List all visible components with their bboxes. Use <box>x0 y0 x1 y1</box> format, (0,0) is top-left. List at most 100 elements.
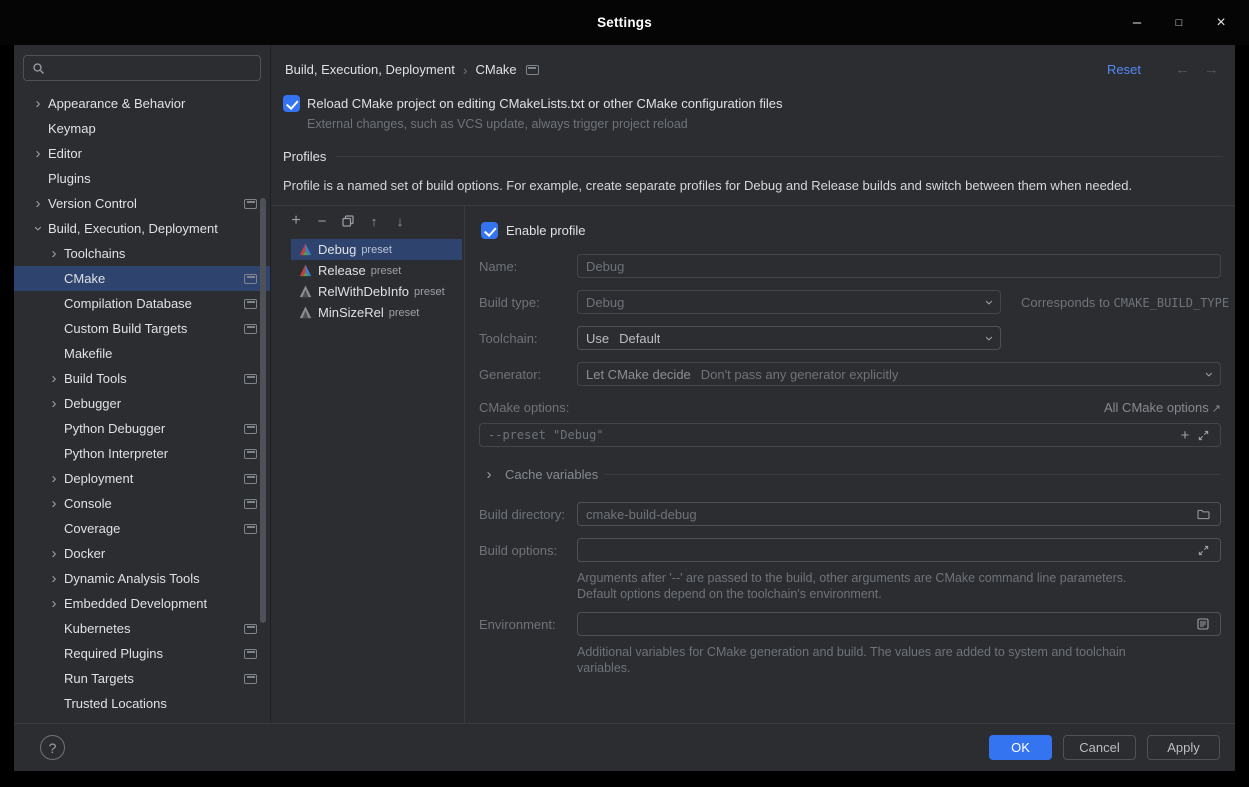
cache-variables-toggle[interactable]: Cache variables <box>479 467 1221 482</box>
enable-profile-label: Enable profile <box>506 223 586 238</box>
sidebar-item-label: Embedded Development <box>64 596 207 611</box>
reset-button[interactable]: Reset <box>1107 62 1141 77</box>
chevron-right-icon[interactable] <box>44 571 64 586</box>
chevron-spacer <box>44 521 64 536</box>
build-type-select[interactable]: Debug <box>577 290 1001 314</box>
sidebar-item-label: Dynamic Analysis Tools <box>64 571 200 586</box>
toolchain-select[interactable]: UseDefault <box>577 326 1001 350</box>
chevron-right-icon[interactable] <box>44 496 64 511</box>
sidebar-item-dynamic-analysis-tools[interactable]: Dynamic Analysis Tools <box>14 566 270 591</box>
sidebar-item-makefile[interactable]: Makefile <box>14 341 270 366</box>
settings-dialog: Appearance & BehaviorKeymapEditorPlugins… <box>14 45 1235 771</box>
build-type-value: Debug <box>586 295 624 310</box>
project-level-icon <box>244 424 257 434</box>
back-arrow-icon[interactable]: ← <box>1175 61 1190 78</box>
breadcrumb: Build, Execution, Deployment › CMake Res… <box>271 45 1235 79</box>
forward-arrow-icon[interactable]: → <box>1204 61 1219 78</box>
cmake-options-label: CMake options: <box>479 400 577 415</box>
sidebar-item-version-control[interactable]: Version Control <box>14 191 270 216</box>
environment-input[interactable] <box>586 613 1194 635</box>
environment-help-line1: Additional variables for CMake generatio… <box>577 644 1221 660</box>
chevron-down-icon[interactable] <box>28 221 48 236</box>
folder-icon[interactable] <box>1194 509 1212 520</box>
sidebar-item-python-debugger[interactable]: Python Debugger <box>14 416 270 441</box>
profile-item-relwithdebinfo[interactable]: RelWithDebInfopreset <box>291 281 462 302</box>
sidebar-scrollbar[interactable] <box>260 198 266 623</box>
cmake-options-input[interactable] <box>488 424 1176 446</box>
profile-item-release[interactable]: Releasepreset <box>291 260 462 281</box>
profile-item-minsizerel[interactable]: MinSizeRelpreset <box>291 302 462 323</box>
minimize-icon[interactable]: – <box>1129 14 1145 31</box>
remove-profile-icon[interactable]: − <box>314 213 330 229</box>
sidebar-item-build-tools[interactable]: Build Tools <box>14 366 270 391</box>
chevron-right-icon[interactable] <box>28 96 48 111</box>
sidebar-item-python-interpreter[interactable]: Python Interpreter <box>14 441 270 466</box>
expand-editor-icon[interactable] <box>1194 430 1212 441</box>
profile-name: MinSizeRel <box>318 305 384 320</box>
name-input[interactable] <box>586 255 1212 277</box>
sidebar-item-kubernetes[interactable]: Kubernetes <box>14 616 270 641</box>
chevron-right-icon[interactable] <box>44 246 64 261</box>
sidebar-item-editor[interactable]: Editor <box>14 141 270 166</box>
sidebar-item-docker[interactable]: Docker <box>14 541 270 566</box>
maximize-icon[interactable]: □ <box>1171 17 1187 29</box>
sidebar-item-compilation-database[interactable]: Compilation Database <box>14 291 270 316</box>
sidebar-item-run-targets[interactable]: Run Targets <box>14 666 270 691</box>
project-level-icon <box>244 274 257 284</box>
chevron-right-icon[interactable] <box>28 196 48 211</box>
profile-name: RelWithDebInfo <box>318 284 409 299</box>
sidebar-item-appearance-behavior[interactable]: Appearance & Behavior <box>14 91 270 116</box>
sidebar-item-toolchains[interactable]: Toolchains <box>14 241 270 266</box>
variables-list-icon[interactable] <box>1194 618 1212 630</box>
chevron-right-icon[interactable] <box>44 396 64 411</box>
all-cmake-options-link[interactable]: All CMake options↗ <box>1104 400 1221 415</box>
sidebar-item-custom-build-targets[interactable]: Custom Build Targets <box>14 316 270 341</box>
sidebar-item-coverage[interactable]: Coverage <box>14 516 270 541</box>
breadcrumb-item-cmake[interactable]: CMake <box>475 62 516 77</box>
chevron-right-icon[interactable] <box>44 596 64 611</box>
sidebar-item-trusted-locations[interactable]: Trusted Locations <box>14 691 270 716</box>
reload-cmake-checkbox[interactable] <box>283 95 300 112</box>
copy-profile-icon[interactable] <box>340 213 356 229</box>
titlebar: Settings – □ × <box>0 0 1249 45</box>
sidebar-item-cmake[interactable]: CMake <box>14 266 270 291</box>
sidebar-item-build-execution-deployment[interactable]: Build, Execution, Deployment <box>14 216 270 241</box>
sidebar-item-plugins[interactable]: Plugins <box>14 166 270 191</box>
sidebar-item-console[interactable]: Console <box>14 491 270 516</box>
generator-select[interactable]: Let CMake decideDon't pass any generator… <box>577 362 1221 386</box>
sidebar-item-keymap[interactable]: Keymap <box>14 116 270 141</box>
sidebar-item-embedded-development[interactable]: Embedded Development <box>14 591 270 616</box>
sidebar-item-label: Docker <box>64 546 105 561</box>
ok-button[interactable]: OK <box>989 735 1052 760</box>
move-down-icon[interactable]: ↓ <box>392 213 408 229</box>
chevron-right-icon[interactable] <box>44 371 64 386</box>
search-input[interactable] <box>51 61 252 76</box>
chevron-right-icon <box>479 467 499 482</box>
sidebar-item-deployment[interactable]: Deployment <box>14 466 270 491</box>
cancel-button[interactable]: Cancel <box>1063 735 1136 760</box>
chevron-right-icon[interactable] <box>44 471 64 486</box>
profiles-split: + − ↑ ↓ DebugpresetReleasepresetRelWithD… <box>271 205 1235 723</box>
chevron-spacer <box>28 171 48 186</box>
add-option-icon[interactable]: + <box>1176 427 1194 444</box>
name-label: Name: <box>479 259 577 274</box>
apply-button[interactable]: Apply <box>1147 735 1220 760</box>
profile-list-pane: + − ↑ ↓ DebugpresetReleasepresetRelWithD… <box>271 206 465 723</box>
settings-window: Settings – □ × Appearance & BehaviorKeym… <box>0 0 1249 787</box>
chevron-right-icon[interactable] <box>44 546 64 561</box>
build-directory-input[interactable] <box>586 503 1194 525</box>
build-options-input[interactable] <box>586 539 1194 561</box>
search-box[interactable] <box>23 55 261 81</box>
profile-item-debug[interactable]: Debugpreset <box>291 239 462 260</box>
chevron-right-icon[interactable] <box>28 146 48 161</box>
expand-editor-icon[interactable] <box>1194 545 1212 556</box>
breadcrumb-item-build-execution-deployment[interactable]: Build, Execution, Deployment <box>285 62 455 77</box>
close-icon[interactable]: × <box>1213 14 1229 32</box>
add-profile-icon[interactable]: + <box>288 213 304 229</box>
move-up-icon[interactable]: ↑ <box>366 213 382 229</box>
help-button[interactable]: ? <box>40 735 65 760</box>
reload-help-text: External changes, such as VCS update, al… <box>271 112 1235 131</box>
sidebar-item-debugger[interactable]: Debugger <box>14 391 270 416</box>
sidebar-item-required-plugins[interactable]: Required Plugins <box>14 641 270 666</box>
enable-profile-checkbox[interactable] <box>481 222 498 239</box>
